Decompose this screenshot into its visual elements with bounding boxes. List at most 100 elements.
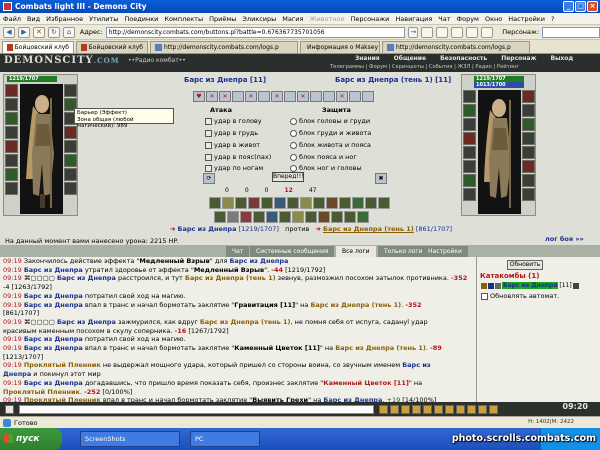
equipment-slot[interactable] bbox=[64, 182, 77, 195]
toolbar-icon[interactable] bbox=[451, 26, 464, 38]
menu-item-settings[interactable]: Настройки bbox=[508, 15, 545, 23]
nav-communication[interactable]: Общение bbox=[394, 55, 426, 62]
menu-item-characters[interactable]: Персонажи bbox=[350, 15, 389, 23]
chat-segment[interactable]: Барс из Днепра bbox=[24, 344, 83, 352]
chat-segment[interactable]: Барс из Днепра bbox=[24, 335, 83, 343]
effect-icon[interactable] bbox=[287, 197, 299, 209]
equipment-slot[interactable] bbox=[64, 126, 77, 139]
info-icon[interactable] bbox=[572, 282, 579, 289]
back-button[interactable]: ◀ bbox=[3, 26, 15, 38]
equipment-slot[interactable] bbox=[522, 132, 535, 145]
start-button[interactable]: пуск bbox=[0, 428, 62, 450]
effect-icon[interactable] bbox=[209, 197, 221, 209]
toolbar-icon[interactable] bbox=[421, 26, 434, 38]
home-button[interactable]: ⌂ bbox=[62, 26, 75, 38]
browser-tab[interactable]: Бойцовский клуб bbox=[76, 41, 148, 53]
equipment-slot[interactable] bbox=[463, 90, 476, 103]
toolbar-icon[interactable] bbox=[434, 404, 443, 414]
right-character-portrait[interactable] bbox=[478, 90, 521, 214]
chat-segment[interactable]: Барс из Днепра bbox=[24, 266, 83, 274]
menu-item-navigation[interactable]: Навигация bbox=[395, 15, 432, 23]
technique-icon[interactable] bbox=[284, 91, 296, 102]
attack-checkbox[interactable] bbox=[205, 164, 212, 172]
send-icon[interactable] bbox=[379, 404, 388, 414]
attack-checkbox[interactable] bbox=[205, 129, 212, 137]
toolbar-icon[interactable] bbox=[456, 404, 465, 414]
address-input[interactable]: http://demonscity.combats.com/buttons.pl… bbox=[105, 26, 406, 38]
effect-icon[interactable] bbox=[326, 197, 338, 209]
menu-item-chat[interactable]: Чат bbox=[438, 15, 450, 23]
right-fighter-name[interactable]: Барс из Днепра (тень 1) [11] bbox=[335, 76, 451, 84]
menu-item-battles[interactable]: Поединки bbox=[124, 15, 158, 23]
equipment-slot[interactable] bbox=[463, 160, 476, 173]
equipment-slot[interactable] bbox=[5, 182, 18, 195]
attack-option[interactable]: удар в пояс(пах) bbox=[205, 153, 271, 161]
effect-icon[interactable] bbox=[266, 211, 278, 223]
tab-only-logs[interactable]: Только логи bbox=[378, 246, 429, 257]
technique-icon[interactable] bbox=[323, 91, 335, 102]
technique-icon[interactable]: ✕ bbox=[206, 91, 218, 102]
menu-item-animal[interactable]: Животное bbox=[309, 15, 344, 23]
menu-item-favorites[interactable]: Избранное bbox=[46, 15, 83, 23]
auto-refresh-checkbox[interactable] bbox=[481, 292, 488, 300]
block-radio[interactable] bbox=[290, 117, 297, 125]
toolbar-icon[interactable] bbox=[481, 26, 494, 38]
effect-icon[interactable] bbox=[214, 211, 226, 223]
technique-icon[interactable]: ✕ bbox=[297, 91, 309, 102]
attack-checkbox[interactable] bbox=[205, 117, 212, 125]
character-input[interactable] bbox=[542, 26, 600, 38]
menu-item-techniques[interactable]: Приёмы bbox=[209, 15, 236, 23]
battle-log-link[interactable]: лог боя »» bbox=[545, 235, 584, 243]
chat-segment[interactable]: Барс из bbox=[402, 361, 430, 369]
menu-item-window[interactable]: Окно bbox=[485, 15, 502, 23]
block-option[interactable]: блок живота и пояса bbox=[290, 141, 371, 149]
menu-item-file[interactable]: Файл bbox=[3, 15, 21, 23]
block-option[interactable]: блок головы и груди bbox=[290, 117, 370, 125]
nav-character[interactable]: Персонаж bbox=[501, 55, 536, 62]
browser-tab[interactable]: http://demonscity.combats.com/logs.p bbox=[150, 41, 298, 53]
menu-item-utilities[interactable]: Утилиты bbox=[89, 15, 118, 23]
block-radio[interactable] bbox=[290, 141, 297, 149]
chat-segment[interactable]: Барс из Днепра bbox=[24, 292, 83, 300]
refresh-online-button[interactable]: Обновить bbox=[507, 260, 543, 270]
chat-segment[interactable]: Проклятый Пленник bbox=[3, 388, 80, 396]
technique-icon[interactable]: ✕ bbox=[219, 91, 231, 102]
effect-icon[interactable] bbox=[279, 211, 291, 223]
tab-chat[interactable]: Чат bbox=[226, 246, 250, 257]
equipment-slot[interactable] bbox=[463, 188, 476, 201]
taskbar-item[interactable]: PC bbox=[190, 431, 260, 447]
equipment-slot[interactable] bbox=[522, 188, 535, 201]
effect-icon[interactable] bbox=[365, 197, 377, 209]
menu-item-help[interactable]: ? bbox=[551, 15, 554, 23]
attack-checkbox[interactable] bbox=[205, 141, 212, 149]
effect-icon[interactable] bbox=[253, 211, 265, 223]
equipment-slot[interactable] bbox=[522, 146, 535, 159]
toolbar-icon[interactable] bbox=[412, 404, 421, 414]
equipment-slot[interactable] bbox=[463, 174, 476, 187]
online-user[interactable]: Барс из Днепра [11] bbox=[481, 282, 579, 289]
toolbar-icon[interactable] bbox=[401, 404, 410, 414]
equipment-slot[interactable] bbox=[522, 104, 535, 117]
technique-icon[interactable] bbox=[349, 91, 361, 102]
left-fighter-name[interactable]: Барс из Днепра [11] bbox=[184, 76, 266, 84]
effect-icon[interactable] bbox=[305, 211, 317, 223]
chat-segment[interactable]: Барс из Днепра (тень 1) bbox=[335, 344, 426, 352]
effect-icon[interactable] bbox=[378, 197, 390, 209]
stop-button[interactable]: ✕ bbox=[32, 26, 45, 38]
toolbar-icon[interactable] bbox=[445, 404, 454, 414]
equipment-slot[interactable] bbox=[5, 168, 18, 181]
chat-segment[interactable]: Барс из Днепра (тень 1) bbox=[185, 274, 276, 282]
technique-icon[interactable] bbox=[232, 91, 244, 102]
chat-segment[interactable]: Барс из Днепра bbox=[24, 301, 83, 309]
equipment-slot[interactable] bbox=[5, 112, 18, 125]
versus-right-name[interactable]: Барс из Днепра (тень 1) bbox=[323, 225, 414, 233]
heart-icon[interactable]: ♥ bbox=[193, 91, 205, 102]
technique-icon[interactable]: ✕ bbox=[245, 91, 257, 102]
equipment-slot[interactable] bbox=[64, 168, 77, 181]
block-option[interactable]: блок груди и живота bbox=[290, 129, 371, 137]
technique-icon[interactable]: ✕ bbox=[336, 91, 348, 102]
smiley-icon[interactable] bbox=[5, 404, 14, 414]
nav-knowledge[interactable]: Знания bbox=[355, 55, 380, 62]
effect-icon[interactable] bbox=[292, 211, 304, 223]
effect-icon[interactable] bbox=[235, 197, 247, 209]
